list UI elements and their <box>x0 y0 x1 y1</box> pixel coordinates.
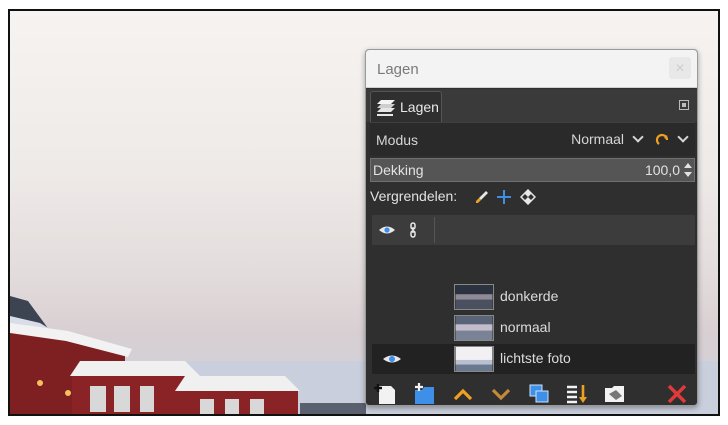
layer-list: donkerde normaal lichtste foto <box>372 245 695 374</box>
eye-icon[interactable] <box>380 351 404 367</box>
visibility-toggle[interactable] <box>380 289 404 305</box>
layers-dock: Lagen ✕ Lagen Modus Normaal Dekking 100,… <box>365 49 698 406</box>
new-layer-group-icon[interactable] <box>412 382 438 406</box>
layer-list-header <box>372 215 695 245</box>
layer-mask-icon[interactable] <box>602 382 628 406</box>
dock-titlebar[interactable]: Lagen ✕ <box>366 50 697 88</box>
move-cross-icon[interactable] <box>496 189 512 205</box>
chain-icon[interactable] <box>408 222 418 238</box>
opacity-value: 100,0 <box>644 162 680 178</box>
layer-thumbnail <box>454 346 494 372</box>
duplicate-layer-icon[interactable] <box>526 382 552 406</box>
tab-label: Lagen <box>400 99 439 115</box>
eye-icon[interactable] <box>378 222 396 238</box>
composite-mode-dropdown[interactable] <box>653 128 691 152</box>
layers-stack-icon <box>377 100 395 116</box>
layer-name: normaal <box>500 319 551 335</box>
delete-layer-icon[interactable] <box>664 382 690 406</box>
tab-menu-icon[interactable] <box>679 100 689 110</box>
mode-row: Modus Normaal <box>370 122 695 156</box>
layer-thumbnail <box>454 315 494 341</box>
layer-row-donkerde[interactable]: donkerde <box>372 282 695 312</box>
layer-toolbar <box>370 381 695 406</box>
dock-title: Lagen <box>377 61 419 78</box>
close-icon: ✕ <box>674 61 686 75</box>
merge-down-icon[interactable] <box>564 382 590 406</box>
tab-layers[interactable]: Lagen <box>370 91 442 122</box>
layer-name: lichtste foto <box>500 350 571 366</box>
chevron-down-icon <box>632 131 644 143</box>
close-button[interactable]: ✕ <box>669 57 691 79</box>
screenshot-frame: Lagen ✕ Lagen Modus Normaal Dekking 100,… <box>8 9 720 416</box>
composite-mode-icon <box>655 133 669 145</box>
mode-value: Normaal <box>571 131 624 147</box>
lock-label: Vergrendelen: <box>370 188 458 204</box>
mode-label: Modus <box>376 132 419 148</box>
spin-arrows-icon[interactable] <box>683 161 693 179</box>
raise-layer-icon[interactable] <box>450 382 476 406</box>
layer-thumbnail <box>454 284 494 310</box>
opacity-slider[interactable]: Dekking 100,0 <box>370 158 695 182</box>
lower-layer-icon[interactable] <box>488 382 514 406</box>
brush-icon[interactable] <box>474 189 490 205</box>
layer-row-lichtste-foto[interactable]: lichtste foto <box>372 344 695 374</box>
lock-row: Vergrendelen: <box>370 186 695 208</box>
visibility-toggle[interactable] <box>380 320 404 336</box>
new-layer-icon[interactable] <box>374 382 400 406</box>
opacity-label: Dekking <box>373 162 424 178</box>
header-divider <box>434 217 435 243</box>
chevron-down-icon <box>677 131 689 143</box>
layer-row-normaal[interactable]: normaal <box>372 313 695 343</box>
mode-dropdown[interactable]: Normaal <box>556 128 646 152</box>
checkerboard-icon[interactable] <box>520 189 536 205</box>
tab-bar: Lagen <box>366 89 697 122</box>
layer-name: donkerde <box>500 288 559 304</box>
